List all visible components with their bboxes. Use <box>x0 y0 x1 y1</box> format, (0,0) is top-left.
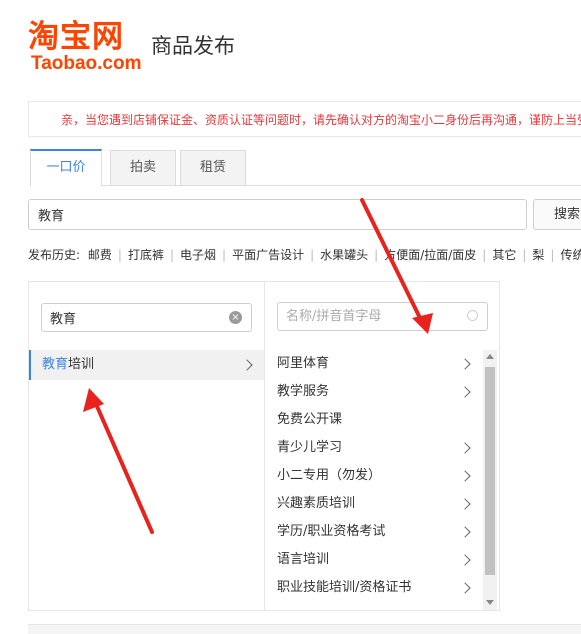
history-separator: | <box>169 248 174 262</box>
level1-filter-input[interactable] <box>42 304 220 331</box>
list-item[interactable]: 语言培训 <box>265 546 481 574</box>
level1-filter-box[interactable]: × <box>41 303 252 332</box>
chevron-right-icon <box>459 582 471 594</box>
chevron-right-icon <box>241 359 253 371</box>
logo-text-cn: 淘宝网 <box>28 19 124 55</box>
list-item[interactable]: 青少儿学习 <box>265 434 481 462</box>
page-title: 商品发布 <box>151 34 235 58</box>
history-item[interactable]: 邮费 <box>88 248 112 262</box>
level1-item-education-training[interactable]: 教育培训 <box>29 350 264 380</box>
list-item[interactable]: 阿里体育 <box>265 350 481 378</box>
history-separator: | <box>310 248 315 262</box>
list-item-label: 职业技能培训/资格证书 <box>277 580 412 595</box>
history-item[interactable]: 平面广告设计 <box>232 248 304 262</box>
history-separator: | <box>522 248 527 262</box>
list-item-label: 免费公开课 <box>277 412 343 427</box>
list-item[interactable]: 兴趣素质培训 <box>265 490 481 518</box>
history-separator: | <box>374 248 379 262</box>
notice-text: 亲，当您遇到店铺保证金、资质认证等问题时，请先确认对方的淘宝小二身份后再沟通，谨… <box>61 113 581 127</box>
history-separator: | <box>117 248 122 262</box>
category-picker: × 教育培训 阿里体育 教学服务 免费公开课 青少儿学习 小二专用（勿发） 兴 <box>28 281 500 611</box>
chevron-right-icon <box>459 554 471 566</box>
history-item[interactable]: 方便面/拉面/面皮 <box>384 248 476 262</box>
notice-bar: 亲，当您遇到店铺保证金、资质认证等问题时，请先确认对方的淘宝小二身份后再沟通，谨… <box>28 101 581 137</box>
list-item-label: 兴趣素质培训 <box>277 496 356 511</box>
tab-auction[interactable]: 拍卖 <box>110 150 176 185</box>
list-item-label: 学历/职业资格考试 <box>277 524 386 539</box>
category-search-input[interactable] <box>29 200 508 229</box>
history-item[interactable]: 其它 <box>492 248 516 262</box>
history-item[interactable]: 水果罐头 <box>320 248 368 262</box>
clear-icon[interactable]: × <box>229 311 242 324</box>
search-button[interactable]: 搜索 <box>533 199 581 230</box>
list-item-label: 阿里体育 <box>277 356 330 371</box>
chevron-right-icon <box>459 470 471 482</box>
history-separator: | <box>550 248 555 262</box>
history-separator: | <box>482 248 487 262</box>
chevron-right-icon <box>459 386 471 398</box>
logo-text-en: Taobao.com <box>31 53 142 74</box>
history-item[interactable]: 传统 <box>560 248 581 262</box>
scroll-down-icon[interactable] <box>486 600 494 605</box>
level2-filter-input[interactable] <box>278 303 456 330</box>
highlight-match: 教育 <box>42 357 69 372</box>
level1-item-label: 教育培训 <box>42 356 94 374</box>
taobao-logo[interactable]: 淘宝网 Taobao.com <box>28 18 144 74</box>
level2-filter-box[interactable] <box>277 302 488 331</box>
list-item-label: 小二专用（勿发） <box>277 468 382 483</box>
chevron-right-icon <box>459 442 471 454</box>
list-item[interactable]: 小二专用（勿发） <box>265 462 481 490</box>
search-icon <box>467 310 478 321</box>
category-search-box[interactable] <box>28 199 527 230</box>
list-item-label: 语言培训 <box>277 552 330 567</box>
label-rest: 培训 <box>68 357 95 372</box>
chevron-right-icon <box>459 526 471 538</box>
scroll-thumb[interactable] <box>485 367 495 575</box>
history-separator: | <box>222 248 227 262</box>
tab-fixed-price[interactable]: 一口价 <box>30 149 102 186</box>
chevron-right-icon <box>459 358 471 370</box>
history-label: 发布历史: <box>28 248 81 262</box>
level2-list: 阿里体育 教学服务 免费公开课 青少儿学习 小二专用（勿发） 兴趣素质培训 学历… <box>265 350 481 610</box>
history-item[interactable]: 电子烟 <box>180 248 216 262</box>
level2-scrollbar[interactable] <box>483 350 497 610</box>
scroll-up-icon[interactable] <box>486 354 494 359</box>
chevron-right-icon <box>459 498 471 510</box>
list-item-label: 教学服务 <box>277 384 330 399</box>
history-item[interactable]: 打底裤 <box>128 248 164 262</box>
tab-rental[interactable]: 租赁 <box>180 150 246 185</box>
tab-divider <box>30 185 581 186</box>
list-item[interactable]: 教学服务 <box>265 378 481 406</box>
list-item-label: 青少儿学习 <box>277 440 343 455</box>
history-item[interactable]: 梨 <box>532 248 544 262</box>
list-item[interactable]: 学历/职业资格考试 <box>265 518 481 546</box>
list-item[interactable]: 职业技能培训/资格证书 <box>265 574 481 602</box>
list-item[interactable]: 免费公开课 <box>265 406 481 434</box>
publish-history: 发布历史: 邮费 | 打底裤 | 电子烟 | 平面广告设计 | 水果罐头 | 方便面/拉面/面皮 | 其… <box>28 246 581 264</box>
